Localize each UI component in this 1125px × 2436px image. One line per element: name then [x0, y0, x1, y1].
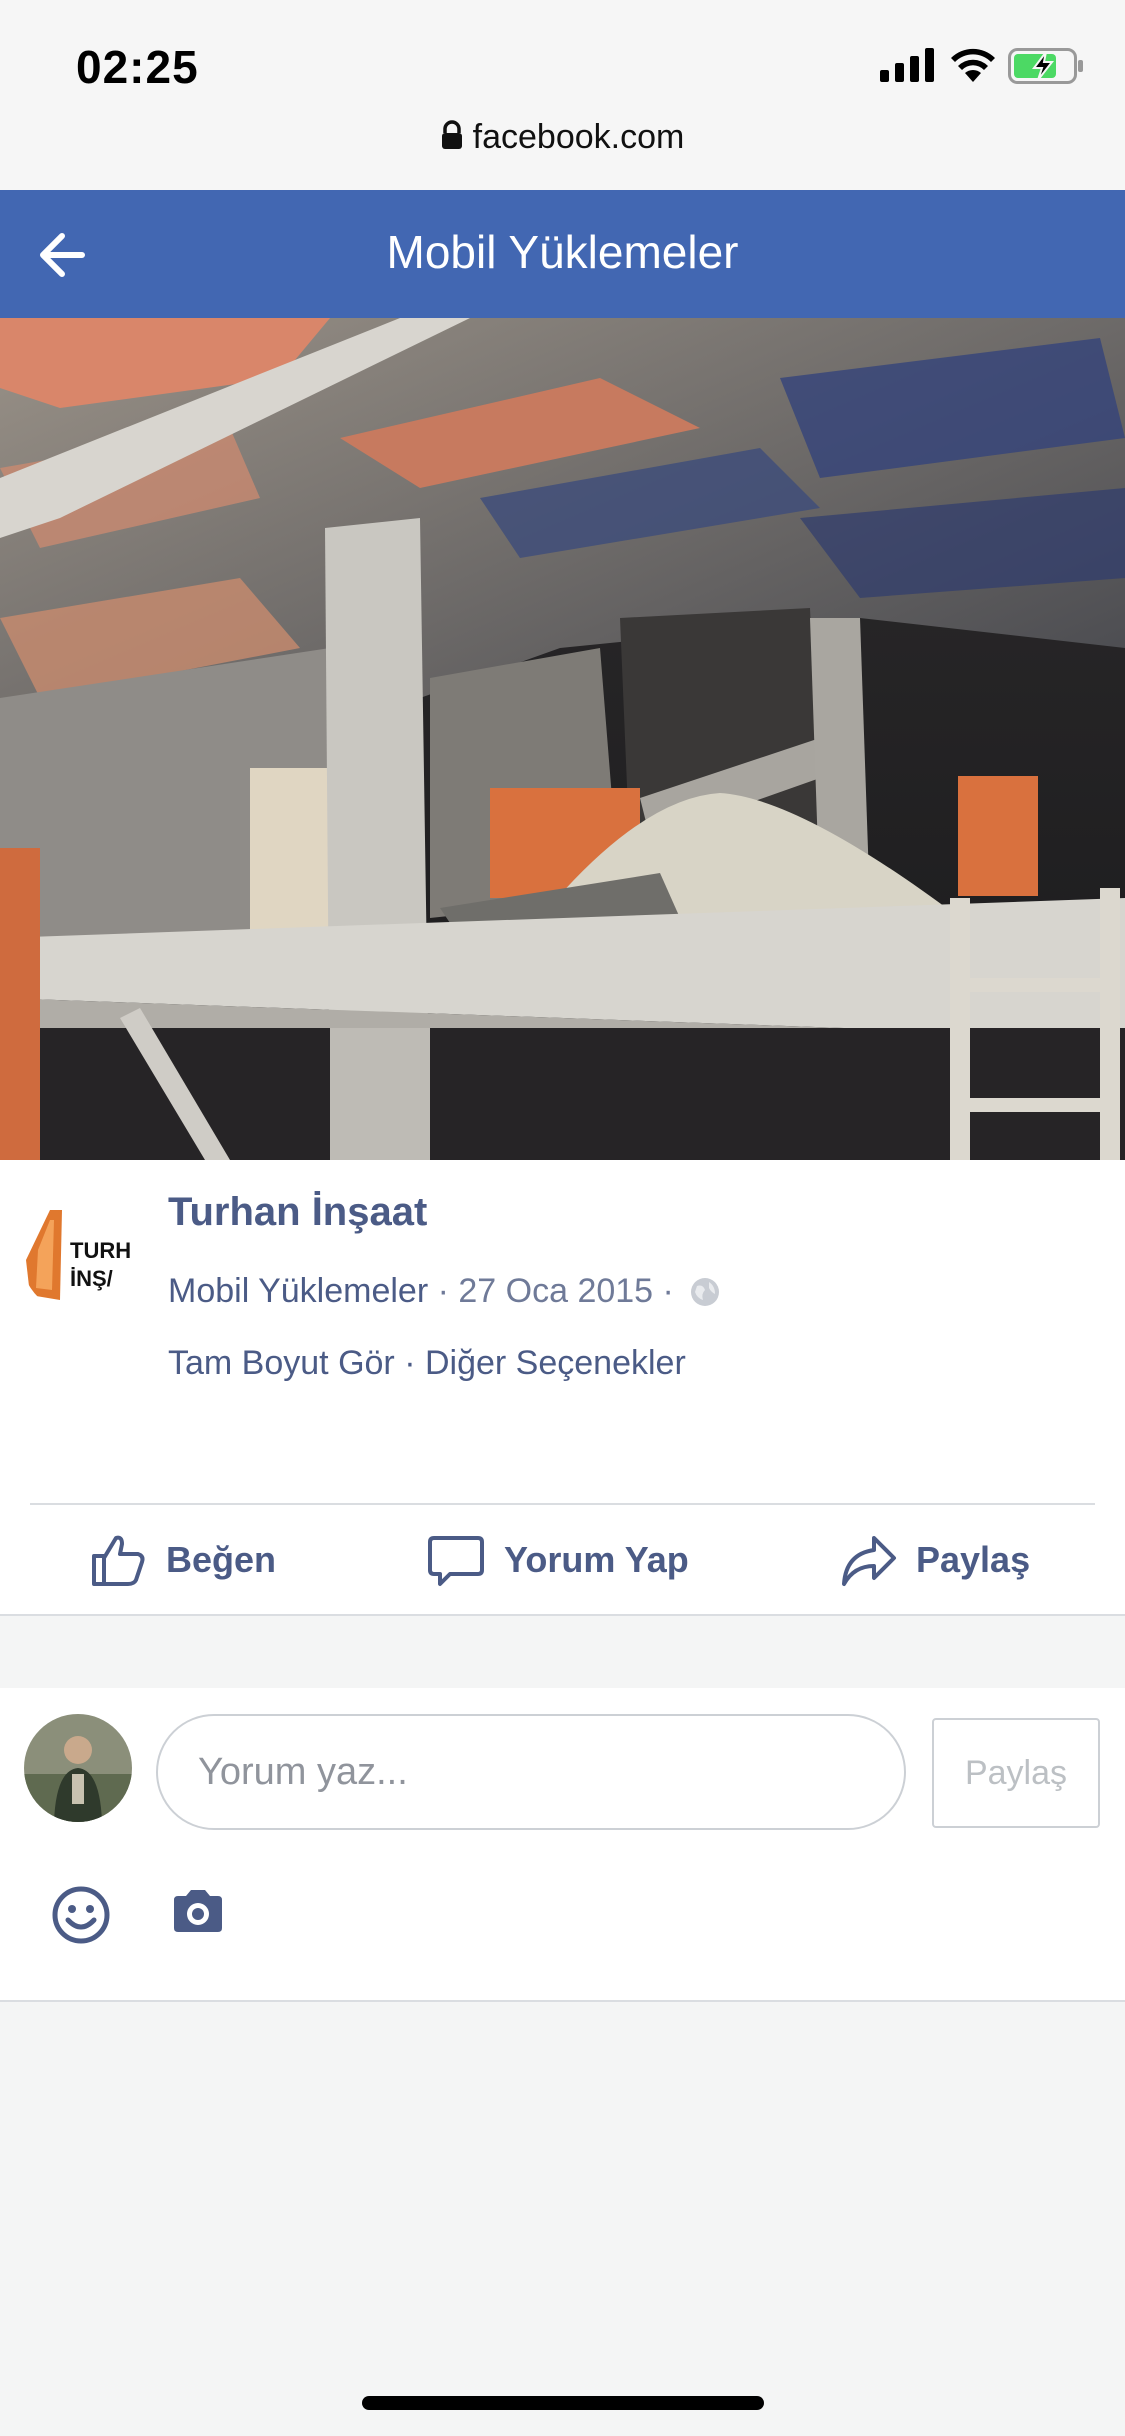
like-label: Beğen [166, 1539, 277, 1580]
album-link[interactable]: Mobil Yüklemeler [168, 1272, 428, 1310]
url-text: facebook.com [472, 118, 685, 156]
author-name[interactable]: Turhan İnşaat [168, 1190, 427, 1235]
svg-text:İNŞ/: İNŞ/ [70, 1266, 113, 1291]
share-label: Paylaş [916, 1539, 1031, 1580]
smiley-icon [52, 1886, 110, 1944]
comment-label: Yorum Yap [504, 1539, 689, 1580]
user-avatar[interactable] [24, 1714, 132, 1822]
like-button[interactable]: Beğen [88, 1505, 276, 1615]
options-separator: · [394, 1344, 425, 1382]
section-separator [0, 1614, 1125, 1690]
user-photo-image [24, 1714, 132, 1822]
post-meta: Mobil Yüklemeler · 27 Oca 2015 · [168, 1272, 721, 1311]
thumbs-up-icon [92, 1535, 145, 1586]
camera-button[interactable] [170, 1888, 226, 1939]
page-avatar[interactable]: TURH İNŞ/ [20, 1190, 146, 1316]
comment-button[interactable]: Yorum Yap [426, 1505, 689, 1615]
action-row: Beğen Yorum Yap Paylaş [0, 1505, 1125, 1615]
status-time: 02:25 [76, 41, 199, 93]
camera-icon [174, 1890, 222, 1932]
nav-bar: Mobil Yüklemeler [0, 190, 1125, 318]
full-size-link[interactable]: Tam Boyut Gör [168, 1344, 395, 1382]
post-photo[interactable] [0, 318, 1125, 1160]
turhan-logo-icon: TURH İNŞ/ [26, 1210, 131, 1300]
status-bar: 02:25 facebook.com [0, 0, 1125, 190]
globe-icon [691, 1278, 720, 1306]
battery-charging-icon [1008, 48, 1083, 84]
share-arrow-icon [842, 1536, 896, 1586]
svg-text:TURH: TURH [70, 1238, 131, 1263]
home-indicator[interactable] [362, 2396, 764, 2410]
page-title: Mobil Yüklemeler [386, 226, 739, 278]
post-info: TURH İNŞ/ Turhan İnşaat Mobil Yüklemeler… [0, 1160, 1125, 1616]
comment-composer: Paylaş [0, 1688, 1125, 2002]
post-comment-button[interactable]: Paylaş [932, 1718, 1100, 1828]
post-date: · 27 Oca 2015 · [428, 1272, 684, 1310]
address-bar[interactable]: facebook.com [0, 118, 1125, 157]
post-options: Tam Boyut Gör · Diğer Seçenekler [168, 1344, 686, 1383]
speech-bubble-icon [428, 1536, 484, 1586]
emoji-button[interactable] [50, 1884, 112, 1951]
lock-icon [441, 120, 462, 149]
cellular-signal-icon [880, 48, 934, 82]
more-options-link[interactable]: Diğer Seçenekler [425, 1344, 686, 1382]
wifi-icon [951, 48, 995, 82]
comment-input[interactable] [156, 1714, 906, 1830]
share-button[interactable]: Paylaş [838, 1505, 1030, 1615]
construction-photo-image [0, 318, 1125, 1160]
